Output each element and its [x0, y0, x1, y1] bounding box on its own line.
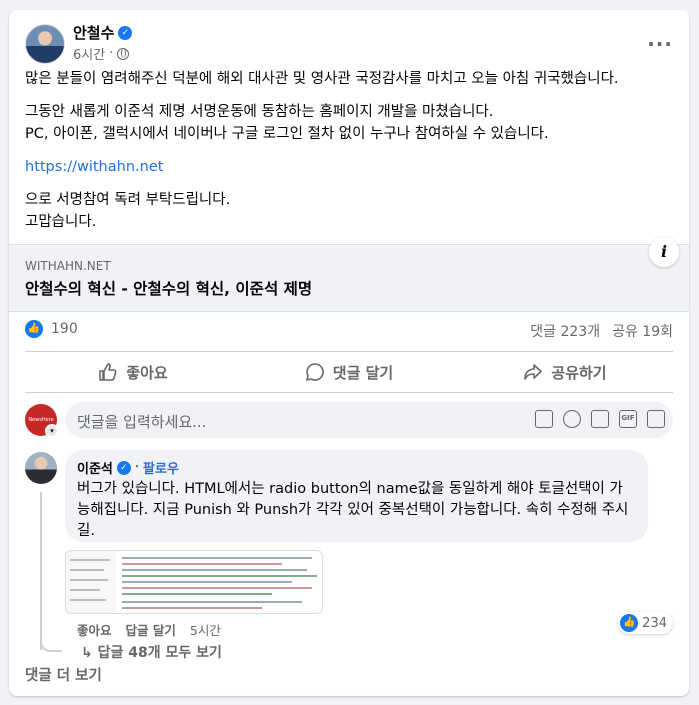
comment-input[interactable]: 댓글을 입력하세요... GIF: [65, 402, 673, 438]
post-header: 안철수 ✓ 6시간 · ···: [25, 22, 673, 66]
comment-button-label: 댓글 달기: [332, 363, 394, 382]
post-meta: 6시간 ·: [73, 44, 130, 63]
globe-icon: [117, 47, 130, 60]
reply-arrow-icon: ↳: [81, 645, 98, 661]
link-preview-title[interactable]: 안철수의 혁신 - 안철수의 혁신, 이준석 제명: [25, 277, 312, 299]
meta-separator: ·: [109, 46, 114, 61]
stats-right: 댓글 223개 공유 19회: [530, 321, 673, 341]
comment-button[interactable]: 댓글 달기: [241, 352, 457, 392]
code-line: [122, 581, 292, 583]
comment-composer: NewsHere ▾ 댓글을 입력하세요... GIF: [25, 402, 673, 438]
comment-reply-button[interactable]: 답글 달기: [126, 620, 176, 639]
emoji-icon[interactable]: [563, 410, 581, 428]
author-avatar[interactable]: [25, 24, 65, 64]
verified-badge-icon: ✓: [116, 460, 131, 475]
post-card: 안철수 ✓ 6시간 · ··· 많은 분들이 염려해주신 덕분에 해외 대사관 …: [9, 10, 689, 696]
sidebar-line: [70, 559, 110, 561]
post-paragraph: https://withahn.net: [25, 156, 673, 178]
more-options-button[interactable]: ···: [647, 32, 673, 56]
comment-actions: 좋아요 답글 달기 5시간: [77, 620, 221, 639]
post-paragraph: 으로 서명참여 독려 부탁드립니다. 고맙습니다.: [25, 192, 231, 230]
share-button-label: 공유하기: [551, 363, 607, 382]
share-icon: [524, 364, 543, 380]
thread-line: [40, 492, 42, 650]
view-replies-button[interactable]: ↳ 답글 48개 모두 보기: [81, 642, 222, 662]
link-preview-domain: WITHAHN.NET: [25, 259, 111, 273]
post-actions: 좋아요 댓글 달기 공유하기: [25, 351, 673, 393]
meta-separator: ·: [134, 460, 140, 475]
more-comments-button[interactable]: 댓글 더 보기: [25, 664, 102, 685]
verified-badge-icon: ✓: [118, 25, 133, 40]
like-reaction-icon: 👍: [620, 614, 639, 632]
sidebar-line: [70, 579, 108, 581]
like-reaction-icon: 👍: [25, 320, 43, 338]
like-button[interactable]: 좋아요: [25, 352, 241, 392]
comment-text: 버그가 있습니다. HTML에서는 radio button의 name값을 동…: [77, 481, 629, 539]
post-time[interactable]: 6시간: [73, 44, 105, 63]
sidebar-line: [70, 599, 106, 601]
post-paragraph: 많은 분들이 염려해주신 덕분에 해외 대사관 및 영사관 국정감사를 마치고 …: [25, 71, 619, 87]
post-link[interactable]: https://withahn.net: [25, 159, 163, 175]
comment-bubble: 이준석 ✓ · 팔로우 버그가 있습니다. HTML에서는 radio butt…: [65, 450, 648, 542]
link-preview[interactable]: i WITHAHN.NET 안철수의 혁신 - 안철수의 혁신, 이준석 제명: [9, 237, 689, 312]
view-replies-label: 답글 48개 모두 보기: [97, 645, 222, 661]
comment-reaction-count: 234: [642, 615, 667, 631]
camera-icon[interactable]: [591, 410, 609, 428]
code-line: [122, 563, 282, 565]
code-line: [122, 575, 317, 577]
author-row: 안철수 ✓: [73, 22, 133, 43]
sticker-icon[interactable]: [647, 410, 665, 428]
share-button[interactable]: 공유하기: [457, 352, 673, 392]
like-count[interactable]: 190: [51, 321, 78, 337]
sidebar-line: [70, 569, 104, 571]
comment-reactions[interactable]: 👍 234: [618, 612, 673, 634]
code-line: [122, 587, 312, 589]
info-icon[interactable]: i: [649, 237, 679, 267]
comment-input-placeholder: 댓글을 입력하세요...: [77, 413, 207, 431]
composer-icons: GIF: [535, 410, 665, 428]
thumbs-up-icon: [99, 363, 117, 381]
share-count[interactable]: 공유 19회: [612, 321, 673, 341]
like-button-label: 좋아요: [126, 363, 168, 382]
commenter-name[interactable]: 이준석: [77, 458, 113, 477]
comment-count[interactable]: 댓글 223개: [530, 321, 600, 341]
thread-connector: [40, 636, 62, 652]
follow-button[interactable]: 팔로우: [143, 458, 179, 477]
code-line: [122, 557, 312, 559]
sidebar-line: [70, 589, 100, 591]
comment-time[interactable]: 5시간: [190, 620, 221, 639]
code-line: [122, 601, 302, 603]
comment-like-button[interactable]: 좋아요: [77, 620, 112, 639]
gif-icon[interactable]: GIF: [619, 410, 637, 428]
post-stats: 👍 190 댓글 223개 공유 19회: [25, 318, 673, 342]
code-line: [122, 607, 262, 609]
avatar-sticker-icon[interactable]: [535, 410, 553, 428]
commenter-avatar[interactable]: [25, 452, 57, 484]
code-line: [122, 593, 272, 595]
post-body: 많은 분들이 염려해주신 덕분에 해외 대사관 및 영사관 국정감사를 마치고 …: [25, 68, 673, 244]
chevron-down-icon[interactable]: ▾: [45, 424, 59, 438]
code-line: [122, 569, 307, 571]
post-paragraph: 그동안 새롭게 이준석 제명 서명운동에 동참하는 홈페이지 개발을 마쳤습니다…: [25, 104, 549, 142]
comment-image[interactable]: [65, 550, 323, 614]
comment-header: 이준석 ✓ · 팔로우: [77, 458, 636, 477]
author-name[interactable]: 안철수: [73, 22, 114, 43]
comment-icon: [305, 363, 324, 381]
